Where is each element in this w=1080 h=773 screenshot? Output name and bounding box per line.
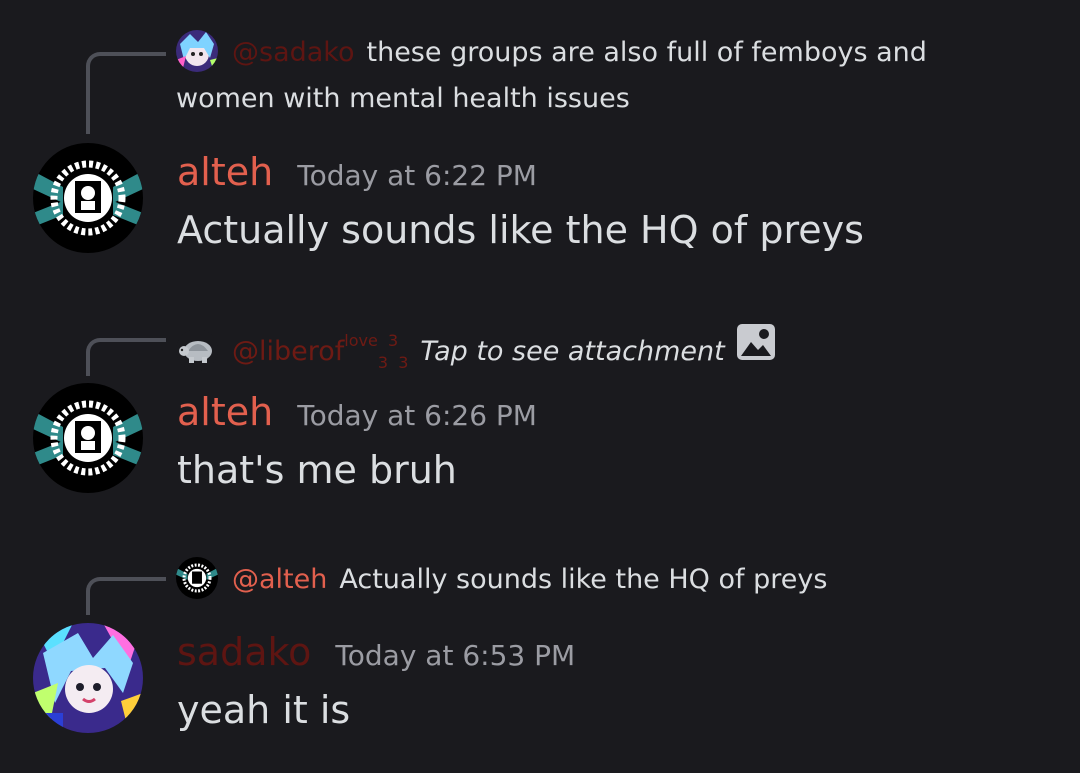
- wreath-logo-avatar-icon: [33, 143, 143, 253]
- reply-spine: [86, 577, 166, 615]
- anime-avatar-icon: [33, 623, 143, 733]
- timestamp: Today at 6:22 PM: [297, 159, 537, 192]
- wreath-logo-avatar-icon: [176, 556, 218, 599]
- anime-avatar-icon: [176, 29, 218, 72]
- reply-text: Actually sounds like the HQ of preys: [339, 564, 828, 595]
- message-header: alteh Today at 6:26 PM: [177, 390, 537, 434]
- timestamp: Today at 6:26 PM: [297, 399, 537, 432]
- user-avatar[interactable]: [33, 383, 143, 493]
- wreath-logo-avatar-icon: [33, 383, 143, 493]
- message-header: alteh Today at 6:22 PM: [177, 150, 537, 194]
- turtle-avatar-icon: [176, 328, 218, 371]
- message-content: Actually sounds like the HQ of preys: [177, 208, 864, 252]
- username[interactable]: sadako: [177, 630, 311, 674]
- username[interactable]: alteh: [177, 150, 273, 194]
- message-content: yeah it is: [177, 688, 351, 732]
- image-icon: [736, 324, 775, 375]
- reply-spine: [86, 338, 166, 376]
- username[interactable]: alteh: [177, 390, 273, 434]
- reply-preview[interactable]: @liberoflove333 Tap to see attachment: [176, 318, 775, 386]
- reply-preview[interactable]: @sadako these groups are also full of fem…: [176, 29, 1016, 122]
- message-content: that's me bruh: [177, 448, 457, 492]
- reply-spine: [86, 52, 166, 134]
- reply-preview[interactable]: @alteh Actually sounds like the HQ of pre…: [176, 556, 828, 603]
- reply-mention[interactable]: @sadako: [232, 37, 355, 68]
- timestamp: Today at 6:53 PM: [335, 639, 576, 672]
- chat-log: @sadako these groups are also full of fem…: [0, 0, 1080, 773]
- reply-text: Tap to see attachment: [420, 336, 725, 367]
- reply-mention[interactable]: @liberoflove333: [232, 331, 408, 372]
- user-avatar[interactable]: [33, 143, 143, 253]
- message-header: sadako Today at 6:53 PM: [177, 630, 575, 674]
- user-avatar[interactable]: [33, 623, 143, 733]
- reply-mention[interactable]: @alteh: [232, 564, 327, 595]
